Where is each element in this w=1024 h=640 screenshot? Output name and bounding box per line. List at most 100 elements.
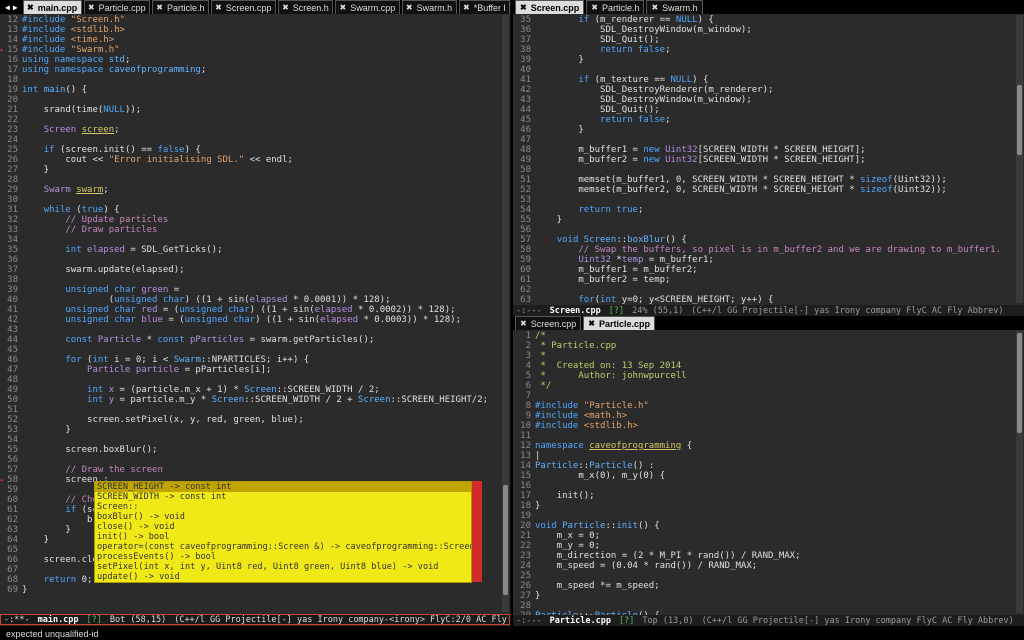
code-text[interactable]: if (screen.init() == false) { [22, 145, 500, 155]
code-line[interactable]: 27 } [0, 165, 500, 175]
code-line[interactable]: 56 [0, 455, 500, 465]
tab-swarm-cpp[interactable]: ✖ Swarm.cpp [335, 0, 400, 14]
code-text[interactable]: for(int y=0; y<SCREEN_HEIGHT; y++) { [535, 295, 1014, 305]
code-text[interactable]: m_speed *= m_speed; [535, 581, 1014, 591]
code-text[interactable] [22, 175, 500, 185]
code-text[interactable]: const Particle * const pParticles = swar… [22, 335, 500, 345]
code-text[interactable]: int y = particle.m_y * Screen::SCREEN_WI… [22, 395, 500, 405]
code-text[interactable]: using namespace caveofprogramming; [22, 65, 500, 75]
close-tab-icon[interactable]: ✖ [588, 319, 595, 328]
code-line[interactable]: 54 return true; [513, 205, 1014, 215]
code-text[interactable]: Uint32 *temp = m_buffer1; [535, 255, 1014, 265]
code-text[interactable] [535, 571, 1014, 581]
code-line[interactable]: 53 [513, 195, 1014, 205]
code-text[interactable]: SDL_DestroyWindow(m_window); [535, 95, 1014, 105]
code-text[interactable]: m_x = 0; [535, 531, 1014, 541]
vertical-scrollbar[interactable] [1016, 331, 1023, 613]
completion-item[interactable]: init() -> bool [95, 532, 471, 542]
code-line[interactable]: 12 #include "Screen.h" [0, 15, 500, 25]
code-text[interactable]: /* [535, 331, 1014, 341]
code-text[interactable]: #include <time.h> [22, 35, 500, 45]
code-line[interactable]: 17 init(); [513, 491, 1014, 501]
code-text[interactable]: } [22, 585, 500, 595]
code-line[interactable]: 24 m_speed = (0.04 * rand()) / RAND_MAX; [513, 561, 1014, 571]
code-text[interactable] [535, 431, 1014, 441]
close-tab-icon[interactable]: ✖ [156, 3, 163, 12]
code-text[interactable]: } [535, 215, 1014, 225]
scrollbar-thumb[interactable] [503, 485, 508, 595]
code-text[interactable] [535, 285, 1014, 295]
code-line[interactable]: 28 [513, 601, 1014, 611]
scrollbar-thumb[interactable] [1017, 85, 1022, 155]
code-line[interactable]: 57 void Screen::boxBlur() { [513, 235, 1014, 245]
code-text[interactable]: // Draw the screen [22, 465, 500, 475]
code-text[interactable]: * Created on: 13 Sep 2014 [535, 361, 1014, 371]
code-line[interactable]: 45 [0, 345, 500, 355]
code-line[interactable]: 54 [0, 435, 500, 445]
code-line[interactable]: 25 [513, 571, 1014, 581]
completion-item[interactable]: update() -> void [95, 572, 471, 582]
close-tab-icon[interactable]: ✖ [88, 3, 95, 12]
code-line[interactable]: 33 // Draw particles [0, 225, 500, 235]
tab--buffer-l[interactable]: ✖ *Buffer l [458, 0, 510, 14]
code-text[interactable]: // Swap the buffers, so pixel is in m_bu… [535, 245, 1014, 255]
code-line[interactable]: 38 [0, 275, 500, 285]
code-text[interactable] [22, 405, 500, 415]
code-line[interactable]: 25 if (screen.init() == false) { [0, 145, 500, 155]
tab-screen-cpp[interactable]: ✖ Screen.cpp [515, 316, 582, 330]
vertical-scrollbar[interactable] [502, 15, 509, 612]
code-text[interactable]: SDL_Quit(); [535, 35, 1014, 45]
completion-item[interactable]: processEvents() -> bool [95, 552, 471, 562]
code-line[interactable]: 43 [0, 325, 500, 335]
code-line[interactable]: 41 if (m_texture == NULL) { [513, 75, 1014, 85]
code-text[interactable]: m_buffer1 = m_buffer2; [535, 265, 1014, 275]
code-line[interactable]: ▸ 15 #include "Swarm.h" [0, 45, 500, 55]
code-text[interactable]: return false; [535, 45, 1014, 55]
code-line[interactable]: 34 [0, 235, 500, 245]
code-line[interactable]: 10 #include <stdlib.h> [513, 421, 1014, 431]
code-line[interactable]: 20 [0, 95, 500, 105]
code-line[interactable]: 16 using namespace std; [0, 55, 500, 65]
code-area[interactable]: 1/* 2 * Particle.cpp 3 * 4 * Created on: 13… [513, 331, 1014, 621]
code-text[interactable] [535, 481, 1014, 491]
completion-item[interactable]: operator=(const caveofprogramming::Scree… [95, 542, 471, 552]
vertical-scrollbar[interactable] [1016, 15, 1023, 303]
code-text[interactable]: while (true) { [22, 205, 500, 215]
code-line[interactable]: 55 screen.boxBlur(); [0, 445, 500, 455]
code-text[interactable]: memset(m_buffer1, 0, SCREEN_WIDTH * SCRE… [535, 175, 1014, 185]
code-line[interactable]: 55 } [513, 215, 1014, 225]
arrow-left-icon[interactable]: ◀ [5, 3, 10, 12]
code-text[interactable]: namespace caveofprogramming { [535, 441, 1014, 451]
code-text[interactable]: return true; [535, 205, 1014, 215]
code-line[interactable]: 30 [0, 195, 500, 205]
code-text[interactable] [535, 601, 1014, 611]
code-line[interactable]: 51 memset(m_buffer1, 0, SCREEN_WIDTH * S… [513, 175, 1014, 185]
code-text[interactable]: using namespace std; [22, 55, 500, 65]
tab-swarm-h[interactable]: ✖ Swarm.h [401, 0, 457, 14]
code-line[interactable]: 38 return false; [513, 45, 1014, 55]
code-text[interactable]: m_direction = (2 * M_PI * rand()) / RAND… [535, 551, 1014, 561]
code-text[interactable]: int x = (particle.m_x + 1) * Screen::SCR… [22, 385, 500, 395]
completion-item[interactable]: Screen:: [95, 502, 471, 512]
completion-item[interactable]: close() -> void [95, 522, 471, 532]
code-text[interactable]: SDL_Quit(); [535, 105, 1014, 115]
code-text[interactable] [22, 195, 500, 205]
editor-pane-particle[interactable]: ✖ Screen.cpp ✖ Particle.cpp 1/* 2 * Particle… [513, 316, 1024, 626]
code-text[interactable]: cout << "Error initialising SDL." << end… [22, 155, 500, 165]
code-area[interactable]: 35 if (m_renderer == NULL) {36 SDL_Destr… [513, 15, 1014, 305]
code-line[interactable]: 52 memset(m_buffer2, 0, SCREEN_WIDTH * S… [513, 185, 1014, 195]
code-text[interactable]: #include "Particle.h" [535, 401, 1014, 411]
code-text[interactable]: unsigned char green = [22, 285, 500, 295]
code-text[interactable]: #include <math.h> [535, 411, 1014, 421]
code-line[interactable]: 69} [0, 585, 500, 595]
code-text[interactable]: screen.boxBlur(); [22, 445, 500, 455]
close-tab-icon[interactable]: ✖ [591, 3, 598, 12]
code-line[interactable]: 61 m_buffer2 = temp; [513, 275, 1014, 285]
code-line[interactable]: 20 void Particle::init() { [513, 521, 1014, 531]
code-line[interactable]: 53 } [0, 425, 500, 435]
code-line[interactable]: 1 /* [513, 331, 1014, 341]
code-line[interactable]: 14 #include <time.h> [0, 35, 500, 45]
code-text[interactable] [22, 325, 500, 335]
code-text[interactable]: * Particle.cpp [535, 341, 1014, 351]
tab-particle-h[interactable]: ✖ Particle.h [151, 0, 209, 14]
